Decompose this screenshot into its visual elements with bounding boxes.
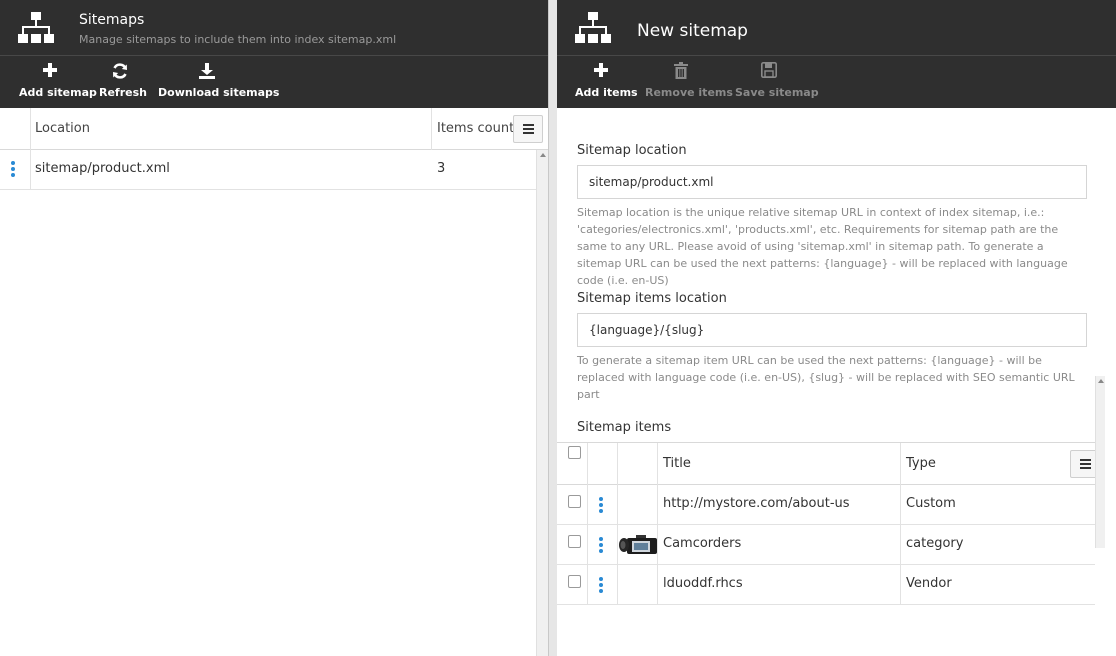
column-divider bbox=[657, 565, 658, 605]
sitemap-location-input[interactable]: sitemap/product.xml bbox=[577, 165, 1087, 199]
row-context-menu-icon[interactable] bbox=[599, 577, 603, 595]
scroll-up-arrow-icon[interactable] bbox=[540, 153, 546, 157]
blade-header: Sitemaps Manage sitemaps to include them… bbox=[0, 0, 548, 56]
sitemap-location-help: Sitemap location is the unique relative … bbox=[577, 206, 1068, 287]
save-icon bbox=[735, 62, 803, 84]
grid-menu-button[interactable] bbox=[513, 115, 543, 143]
select-all-checkbox[interactable] bbox=[568, 446, 581, 459]
column-divider bbox=[900, 565, 901, 605]
toolbar: Add sitemap Refresh Download sitemaps bbox=[0, 56, 548, 108]
row-context-menu-icon[interactable] bbox=[599, 497, 603, 515]
refresh-button[interactable]: Refresh bbox=[99, 56, 147, 108]
cell-type: category bbox=[906, 536, 964, 551]
plus-icon bbox=[575, 62, 627, 84]
column-divider bbox=[900, 525, 901, 565]
sitemap-items-location-input[interactable]: {language}/{slug} bbox=[577, 313, 1087, 347]
scroll-up-arrow-icon[interactable] bbox=[1098, 379, 1104, 383]
add-sitemap-button[interactable]: Add sitemap bbox=[19, 56, 97, 108]
column-divider bbox=[587, 485, 588, 525]
cell-type: Vendor bbox=[906, 576, 952, 591]
sitemap-items-label: Sitemap items bbox=[577, 420, 672, 435]
column-divider bbox=[587, 443, 588, 485]
row-checkbox[interactable] bbox=[568, 495, 581, 508]
row-checkbox[interactable] bbox=[568, 575, 581, 588]
column-divider bbox=[431, 108, 432, 150]
blade-divider bbox=[549, 0, 557, 656]
refresh-label: Refresh bbox=[99, 86, 147, 99]
refresh-icon bbox=[99, 62, 141, 84]
blade-title: Sitemaps bbox=[79, 12, 145, 28]
column-divider bbox=[30, 150, 31, 190]
download-sitemaps-button[interactable]: Download sitemaps bbox=[158, 56, 280, 108]
sitemap-form: Sitemap location sitemap/product.xml Sit… bbox=[557, 108, 1116, 656]
vertical-scrollbar[interactable] bbox=[1095, 376, 1105, 548]
column-divider bbox=[617, 565, 618, 605]
column-header-items-count[interactable]: Items count bbox=[437, 121, 514, 136]
sitemap-icon bbox=[575, 12, 611, 43]
column-header-title[interactable]: Title bbox=[663, 456, 691, 471]
sitemap-items-grid: Title Type http://mystore.com/about-us C… bbox=[557, 442, 1100, 656]
remove-items-label: Remove items bbox=[645, 86, 733, 99]
blade-title: New sitemap bbox=[637, 21, 748, 41]
grid-header: Title Type bbox=[557, 443, 1100, 485]
plus-icon bbox=[19, 62, 81, 84]
cell-title: lduoddf.rhcs bbox=[663, 576, 743, 591]
table-row[interactable]: Camcorders category bbox=[557, 525, 1095, 565]
add-items-button[interactable]: Add items bbox=[575, 56, 638, 108]
sitemaps-grid: Location Items count sitemap/product.xml… bbox=[0, 108, 548, 656]
remove-items-button[interactable]: Remove items bbox=[645, 56, 733, 108]
table-row[interactable]: sitemap/product.xml 3 bbox=[0, 150, 536, 190]
blade-subtitle: Manage sitemaps to include them into ind… bbox=[79, 33, 397, 46]
new-sitemap-blade: New sitemap Add items Remove items Save … bbox=[557, 0, 1116, 656]
column-divider bbox=[900, 485, 901, 525]
row-context-menu-icon[interactable] bbox=[11, 161, 15, 179]
sitemap-location-label: Sitemap location bbox=[577, 143, 687, 158]
sitemaps-blade: Sitemaps Manage sitemaps to include them… bbox=[0, 0, 549, 656]
column-divider bbox=[30, 108, 31, 150]
camcorder-thumbnail bbox=[619, 535, 657, 554]
blade-header: New sitemap bbox=[557, 0, 1116, 56]
cell-items-count: 3 bbox=[437, 161, 446, 176]
sitemap-items-location-help: To generate a sitemap item URL can be us… bbox=[577, 354, 1075, 401]
table-row[interactable]: lduoddf.rhcs Vendor bbox=[557, 565, 1095, 605]
cell-location: sitemap/product.xml bbox=[35, 161, 170, 176]
vertical-scrollbar[interactable] bbox=[536, 150, 548, 656]
cell-title: http://mystore.com/about-us bbox=[663, 496, 850, 511]
add-items-label: Add items bbox=[575, 86, 638, 99]
cell-title: Camcorders bbox=[663, 536, 742, 551]
toolbar: Add items Remove items Save sitemap bbox=[557, 56, 1116, 108]
column-divider bbox=[657, 525, 658, 565]
row-context-menu-icon[interactable] bbox=[599, 537, 603, 555]
download-icon bbox=[158, 62, 255, 84]
save-sitemap-label: Save sitemap bbox=[735, 86, 819, 99]
column-header-type[interactable]: Type bbox=[906, 456, 936, 471]
column-divider bbox=[587, 565, 588, 605]
grid-header: Location Items count bbox=[0, 108, 548, 150]
column-divider bbox=[617, 443, 618, 485]
column-divider bbox=[900, 443, 901, 485]
column-divider bbox=[657, 485, 658, 525]
save-sitemap-button[interactable]: Save sitemap bbox=[735, 56, 819, 108]
sitemap-items-location-label: Sitemap items location bbox=[577, 291, 727, 306]
table-row[interactable]: http://mystore.com/about-us Custom bbox=[557, 485, 1095, 525]
trash-icon bbox=[645, 62, 717, 84]
cell-type: Custom bbox=[906, 496, 956, 511]
add-sitemap-label: Add sitemap bbox=[19, 86, 97, 99]
row-checkbox[interactable] bbox=[568, 535, 581, 548]
column-divider bbox=[657, 443, 658, 485]
download-sitemaps-label: Download sitemaps bbox=[158, 86, 280, 99]
column-divider bbox=[587, 525, 588, 565]
sitemap-icon bbox=[18, 12, 54, 43]
column-divider bbox=[617, 485, 618, 525]
column-header-location[interactable]: Location bbox=[35, 121, 90, 136]
